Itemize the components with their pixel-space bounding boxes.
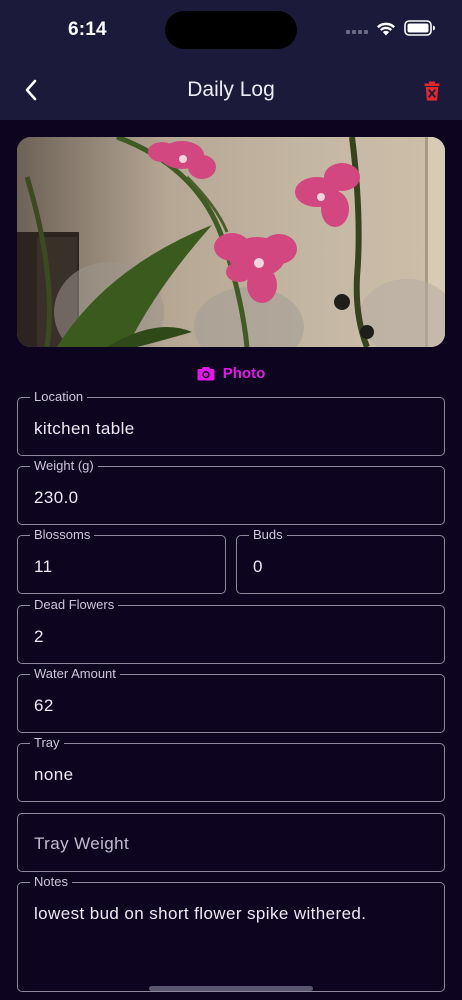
tray-value[interactable]: none xyxy=(34,765,73,785)
tray-weight-field[interactable]: Tray Weight xyxy=(17,813,445,872)
back-button[interactable] xyxy=(16,74,46,106)
notes-value[interactable]: lowest bud on short flower spike withere… xyxy=(34,904,366,924)
dead-flowers-label: Dead Flowers xyxy=(30,597,119,613)
tray-label: Tray xyxy=(30,735,64,751)
location-value[interactable]: kitchen table xyxy=(34,419,135,439)
blossoms-label: Blossoms xyxy=(30,527,95,543)
tray-weight-placeholder: Tray Weight xyxy=(34,834,130,853)
blossoms-value[interactable]: 11 xyxy=(34,557,52,577)
status-time: 6:14 xyxy=(68,19,107,40)
wifi-icon xyxy=(377,22,395,35)
photo-button-label: Photo xyxy=(222,364,266,382)
dead-flowers-field[interactable]: Dead Flowers 2 xyxy=(17,597,445,664)
delete-button[interactable] xyxy=(418,76,446,106)
tray-field[interactable]: Tray none xyxy=(17,735,445,802)
location-field[interactable]: Location kitchen table xyxy=(17,389,445,456)
dynamic-island xyxy=(165,11,297,49)
water-amount-label: Water Amount xyxy=(30,666,120,682)
orchid-image xyxy=(17,137,445,347)
status-bar: 6:14 xyxy=(0,0,462,60)
weight-value[interactable]: 230.0 xyxy=(34,488,79,508)
add-photo-button[interactable]: Photo xyxy=(0,362,462,384)
trash-icon xyxy=(424,81,440,101)
cellular-signal-icon xyxy=(346,22,368,34)
blossoms-field[interactable]: Blossoms 11 xyxy=(17,527,226,594)
status-icons xyxy=(346,20,436,36)
dead-flowers-value[interactable]: 2 xyxy=(34,627,44,647)
page-title: Daily Log xyxy=(187,78,275,101)
battery-icon xyxy=(404,20,435,36)
water-amount-value[interactable]: 62 xyxy=(34,696,54,716)
notes-field[interactable]: Notes lowest bud on short flower spike w… xyxy=(17,874,445,992)
app-bar: Daily Log xyxy=(0,60,462,120)
camera-icon xyxy=(197,366,215,380)
location-label: Location xyxy=(30,389,88,405)
plant-photo[interactable] xyxy=(17,137,445,347)
chevron-left-icon xyxy=(25,79,37,101)
home-indicator xyxy=(149,986,313,991)
weight-field[interactable]: Weight (g) 230.0 xyxy=(17,458,445,525)
buds-field[interactable]: Buds 0 xyxy=(236,527,445,594)
notes-label: Notes xyxy=(30,874,72,890)
buds-value[interactable]: 0 xyxy=(253,557,263,577)
buds-label: Buds xyxy=(249,527,287,543)
water-amount-field[interactable]: Water Amount 62 xyxy=(17,666,445,733)
weight-label: Weight (g) xyxy=(30,458,98,474)
